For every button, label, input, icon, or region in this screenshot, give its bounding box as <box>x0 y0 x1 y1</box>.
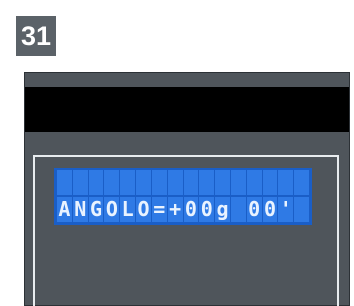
lcd-char-cell <box>183 170 199 195</box>
lcd-char-cell <box>246 170 262 195</box>
device-panel: A N G O L O = +0 0 g 0 0 ' <box>24 72 350 306</box>
lcd-char-cell <box>120 170 136 195</box>
lcd-line-2: A N G O L O = +0 0 g 0 0 ' <box>57 197 309 222</box>
lcd-char-cell: 0 <box>199 197 215 222</box>
lcd-char-cell: A <box>57 197 72 222</box>
lcd-char-cell: 0 <box>183 197 199 222</box>
lcd-char-cell <box>151 170 167 195</box>
lcd-char-cell: L <box>120 197 136 222</box>
lcd-char-cell: + <box>167 197 183 222</box>
instruction-figure: 31 A N G O L O = +0 0 g 0 0 ' <box>0 0 354 306</box>
lcd-char-cell <box>294 197 309 222</box>
lcd-char-cell: 0 <box>262 197 278 222</box>
lcd-char-cell <box>136 170 151 195</box>
lcd-char-cell <box>230 170 246 195</box>
lcd-char-cell <box>262 170 278 195</box>
lcd-char-cell <box>230 197 246 222</box>
lcd-char-cell: G <box>88 197 104 222</box>
lcd-char-cell <box>104 170 120 195</box>
step-number: 31 <box>20 20 52 51</box>
lcd-char-cell: g <box>215 197 230 222</box>
lcd-char-cell: O <box>104 197 120 222</box>
lcd-char-cell: O <box>136 197 151 222</box>
lcd-char-cell <box>294 170 309 195</box>
lcd-display: A N G O L O = +0 0 g 0 0 ' <box>54 168 312 225</box>
lcd-line-1 <box>57 170 309 195</box>
screen-frame: A N G O L O = +0 0 g 0 0 ' <box>33 155 339 306</box>
lcd-char-cell <box>88 170 104 195</box>
lcd-char-cell <box>72 170 88 195</box>
lcd-char-cell: = <box>151 197 167 222</box>
lcd-char-cell <box>199 170 215 195</box>
lcd-char-cell <box>215 170 230 195</box>
lcd-char-cell <box>167 170 183 195</box>
lcd-char-cell <box>57 170 72 195</box>
step-number-badge: 31 <box>16 16 56 56</box>
panel-top-strip <box>25 73 349 85</box>
black-display-band <box>25 87 349 132</box>
lcd-char-cell: ' <box>278 197 294 222</box>
lcd-char-cell: 0 <box>246 197 262 222</box>
lcd-char-cell <box>278 170 294 195</box>
lcd-char-cell: N <box>72 197 88 222</box>
